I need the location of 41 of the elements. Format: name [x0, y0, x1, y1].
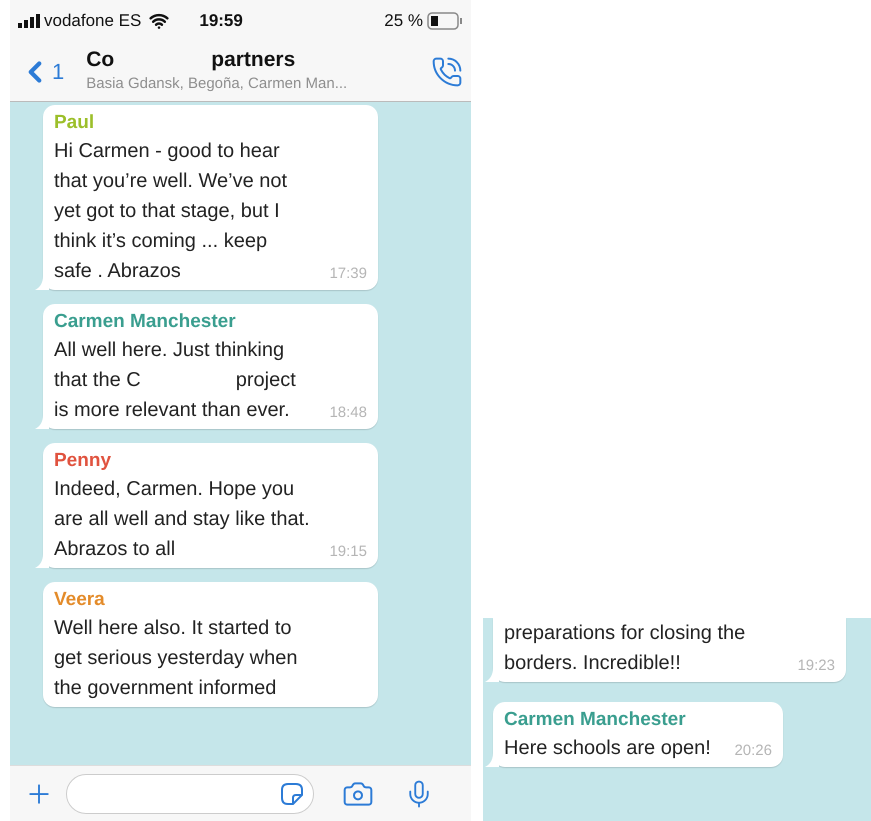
sender-name: Penny: [54, 449, 112, 473]
message-text: borders. Incredible!!: [504, 651, 681, 676]
message-text: that the C: [54, 368, 141, 393]
signal-icon: [18, 14, 40, 28]
message-time: 19:23: [796, 656, 835, 676]
message-text: that you’re well. We’ve not: [54, 169, 288, 194]
add-call-button[interactable]: [431, 56, 463, 88]
message-text: All well here. Just thinking: [54, 338, 286, 363]
message-time: 20:26: [733, 741, 772, 761]
sender-name: Carmen Manchester: [54, 310, 237, 334]
message-text: preparations for closing the: [504, 621, 746, 646]
message-text: Well here also. It started to: [54, 616, 293, 641]
sender-name: Paul: [54, 111, 96, 135]
carrier-name: vodafone ES: [44, 10, 142, 32]
message-text: Hi Carmen - good to hear: [54, 139, 281, 164]
participants-list: Basia Gdansk, Begoña, Carmen Man...: [86, 73, 348, 96]
clock: 19:59: [199, 10, 243, 32]
message-text: safe . Abrazos: [54, 259, 181, 284]
message-text: yet got to that stage, but I: [54, 199, 281, 224]
message-text: Abrazos to all: [54, 537, 176, 562]
message-text: Here schools are open!: [504, 736, 711, 761]
message-text: project: [236, 368, 296, 393]
chat-title: Co: [86, 47, 114, 74]
battery-icon: [427, 12, 463, 30]
message-text: the government informed: [54, 676, 278, 701]
back-button[interactable]: 1: [18, 54, 64, 88]
sender-name: Carmen Manchester: [504, 708, 687, 732]
message-text: Indeed, Carmen. Hope you: [54, 477, 296, 502]
sender-name: Veera: [54, 588, 106, 612]
message-text: think it’s coming ... keep: [54, 229, 268, 254]
message-time: 18:48: [328, 403, 367, 423]
sticker-icon[interactable]: [279, 780, 305, 806]
message-time: 19:15: [328, 542, 367, 562]
chat-title: partners: [211, 47, 296, 74]
message-text: is more relevant than ever.: [54, 398, 290, 423]
message-text: get serious yesterday when: [54, 646, 298, 671]
wifi-icon: [149, 11, 170, 31]
message-text: are all well and stay like that.: [54, 507, 311, 532]
message-input-field[interactable]: [66, 774, 314, 814]
battery-percent: 25 %: [384, 10, 423, 32]
message-time: 17:39: [328, 264, 367, 284]
